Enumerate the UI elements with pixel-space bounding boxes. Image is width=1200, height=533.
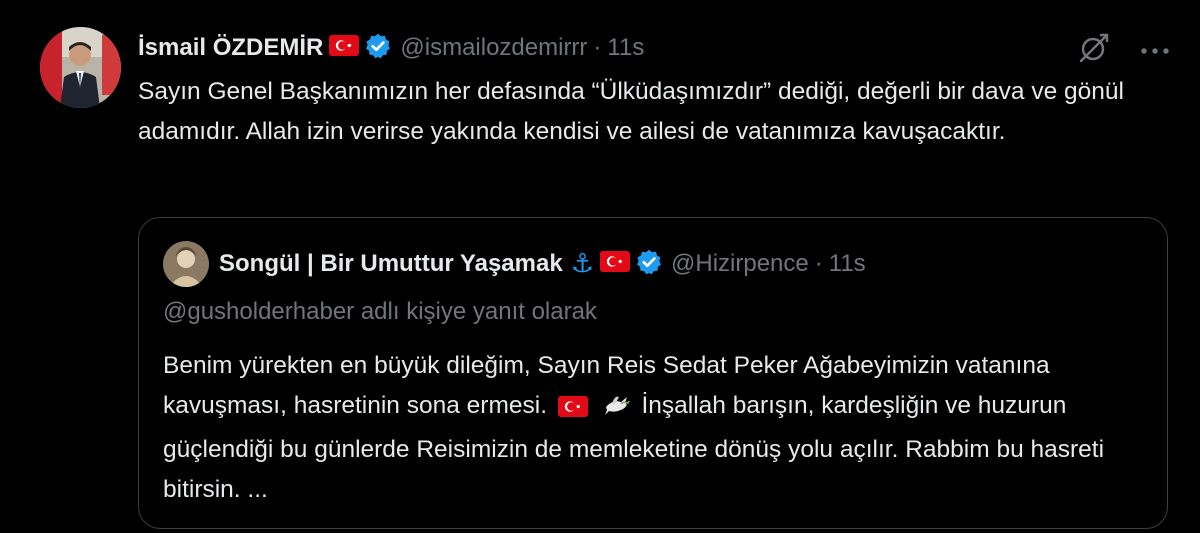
tweet-actions: [1076, 32, 1170, 71]
anchor-emoji: ⚓: [570, 249, 594, 279]
grok-icon[interactable]: [1076, 32, 1110, 71]
turkey-flag-icon: [600, 251, 630, 277]
verified-badge-icon: [364, 32, 392, 65]
tweet-header: İsmail ÖZDEMİR @ismailozdemirrr · 11s: [138, 28, 1138, 68]
author-handle[interactable]: @ismailozdemirrr: [400, 34, 587, 62]
turkey-flag-icon: [329, 35, 360, 61]
separator-dot: ·: [814, 250, 823, 277]
quoted-tweet-header: Songül | Bir Umuttur Yaşamak ⚓ @Hizirpen…: [163, 241, 866, 287]
tweet-text: Sayın Genel Başkanımızın her defasında “…: [138, 78, 1124, 145]
quoted-tweet-time[interactable]: 11s: [829, 250, 866, 278]
quoted-tweet[interactable]: Songül | Bir Umuttur Yaşamak ⚓ @Hizirpen…: [138, 217, 1168, 529]
separator-dot: ·: [593, 34, 602, 61]
turkey-flag-icon: [557, 390, 588, 430]
quoted-author-avatar[interactable]: [163, 241, 209, 287]
tweet[interactable]: İsmail ÖZDEMİR @ismailozdemirrr · 11s Sa…: [0, 0, 1200, 533]
quoted-tweet-text: Benim yürekten en büyük dileğim, Sayın R…: [163, 346, 1153, 510]
verified-badge-icon: [635, 248, 663, 281]
reply-context[interactable]: @gusholderhaber adlı kişiye yanıt olarak: [163, 298, 597, 326]
author-avatar[interactable]: [40, 27, 121, 108]
author-name[interactable]: İsmail ÖZDEMİR: [138, 34, 323, 62]
quoted-author-handle[interactable]: @Hizirpence: [671, 250, 809, 278]
tweet-time[interactable]: 11s: [607, 34, 644, 62]
quoted-author-name[interactable]: Songül | Bir Umuttur Yaşamak: [219, 250, 563, 278]
dove-icon: [603, 390, 631, 430]
more-options-icon[interactable]: [1140, 43, 1170, 61]
